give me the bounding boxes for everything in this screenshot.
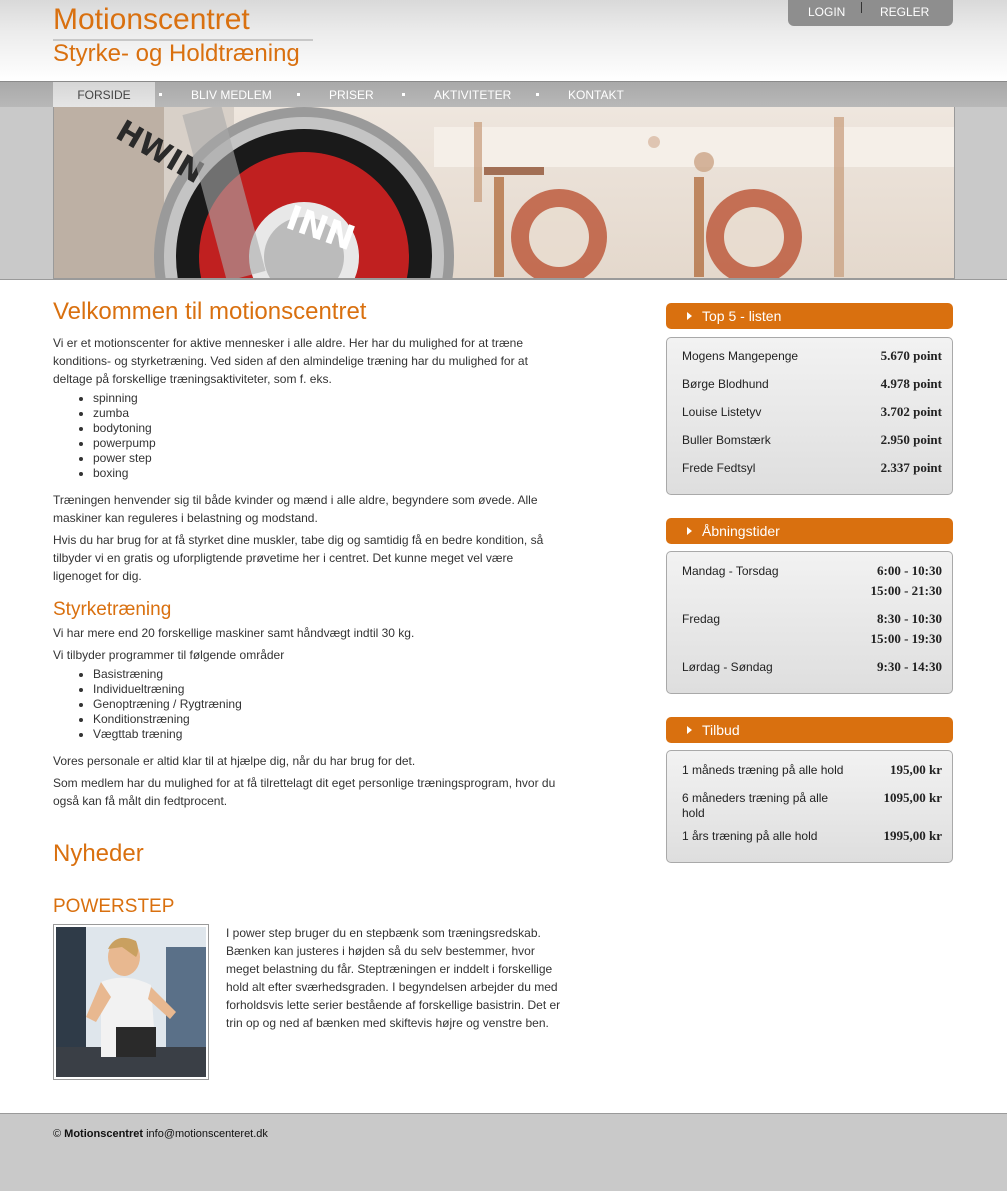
top5-name: Mogens Mangepenge — [682, 349, 799, 363]
triangle-right-icon — [687, 312, 692, 320]
site-subtitle: Styrke- og Holdtræning — [53, 40, 300, 67]
offers-header: Tilbud — [666, 717, 953, 743]
member-text: Som medlem har du mulighed for at få til… — [53, 776, 556, 808]
list-item: boxing — [93, 466, 565, 481]
nav-separator — [159, 93, 162, 96]
offer-name: 1 måneds træning på alle hold — [682, 763, 844, 777]
triangle-right-icon — [687, 726, 692, 734]
audience-text: Træningen henvender sig til både kvinder… — [53, 493, 538, 525]
nav-item-forside[interactable]: FORSIDE — [53, 82, 155, 108]
top-links-separator — [861, 2, 862, 13]
site-header: Motionscentret Styrke- og Holdtræning LO… — [0, 0, 1007, 81]
top5-points: 2.950 point — [880, 432, 942, 447]
hours-day: Fredag — [682, 612, 721, 626]
top5-points: 5.670 point — [880, 348, 942, 363]
nav-separator — [402, 93, 405, 96]
hours-time: 15:00 - 19:30 — [870, 631, 943, 646]
top5-name: Børge Blodhund — [682, 377, 769, 391]
list-item: Genoptræning / Rygtræning — [93, 697, 565, 712]
activities-list: spinning zumba bodytoning powerpump powe… — [53, 391, 565, 481]
nav-item-bliv-medlem[interactable]: BLIV MEDLEM — [191, 88, 272, 102]
list-item: Vægttab træning — [93, 727, 565, 742]
banner-image: INN HWIN — [53, 107, 955, 279]
news-item-title[interactable]: POWERSTEP — [53, 896, 565, 918]
site-footer: © Motionscentret info@motionscenteret.dk — [0, 1113, 1007, 1191]
offers-box: 1 måneds træning på alle hold 195,00 kr … — [666, 750, 953, 863]
nav-separator — [297, 93, 300, 96]
hours-time: 15:00 - 21:30 — [870, 583, 943, 598]
offer-name: 1 års træning på alle hold — [682, 829, 818, 843]
offer-price: 1095,00 kr — [883, 790, 943, 805]
top5-points: 2.337 point — [880, 460, 942, 475]
nav-separator — [536, 93, 539, 96]
news-item: I power step bruger du en stepbænk som t… — [53, 924, 565, 1084]
powerstep-photo — [56, 927, 206, 1077]
top5-points: 3.702 point — [880, 404, 942, 419]
offers-title: Tilbud — [702, 722, 740, 738]
offer-name: 6 måneders træning på alle hold — [682, 791, 829, 820]
hours-row: Mandag - Torsdag 6:00 - 10:30 15:00 - 21… — [682, 561, 942, 601]
list-item: power step — [93, 451, 565, 466]
top5-points: 4.978 point — [880, 376, 942, 391]
news-heading: Nyheder — [53, 840, 144, 867]
nav-item-priser[interactable]: PRISER — [329, 88, 374, 102]
offer-price: 1995,00 kr — [883, 828, 943, 843]
login-link[interactable]: LOGIN — [808, 5, 845, 19]
hours-day: Lørdag - Søndag — [682, 660, 773, 674]
triangle-right-icon — [687, 527, 692, 535]
top5-name: Buller Bomstærk — [682, 433, 771, 447]
top5-name: Louise Listetyv — [682, 405, 762, 419]
list-item: powerpump — [93, 436, 565, 451]
hours-time: 9:30 - 14:30 — [877, 659, 942, 674]
staff-text: Vores personale er altid klar til at hjæ… — [53, 754, 416, 768]
top-links-bar: LOGIN REGLER — [788, 0, 953, 26]
list-item: Basistræning — [93, 667, 565, 682]
list-item: Konditionstræning — [93, 712, 565, 727]
strength-heading: Styrketræning — [53, 599, 172, 620]
top5-title: Top 5 - listen — [702, 308, 782, 324]
list-item: bodytoning — [93, 421, 565, 436]
strength-text-1: Vi har mere end 20 forskellige maskiner … — [53, 626, 415, 640]
hours-title: Åbningstider — [702, 523, 780, 539]
hours-time: 8:30 - 10:30 — [877, 611, 942, 626]
spinning-bikes-illustration: INN HWIN — [54, 107, 954, 278]
nav-item-aktiviteter[interactable]: AKTIVITETER — [434, 88, 511, 102]
main-nav: FORSIDE BLIV MEDLEM PRISER AKTIVITETER K… — [0, 81, 1007, 108]
hours-header: Åbningstider — [666, 518, 953, 544]
rules-link[interactable]: REGLER — [880, 5, 929, 19]
strength-text-2: Vi tilbyder programmer til følgende områ… — [53, 648, 285, 662]
top5-header: Top 5 - listen — [666, 303, 953, 329]
hours-day: Mandag - Torsdag — [682, 564, 779, 578]
welcome-heading: Velkommen til motionscentret — [53, 298, 367, 325]
top5-name: Frede Fedtsyl — [682, 461, 756, 475]
intro-text: Vi er et motionscenter for aktive mennes… — [53, 336, 528, 386]
hours-time: 6:00 - 10:30 — [877, 563, 942, 578]
nav-item-kontakt[interactable]: KONTAKT — [568, 88, 624, 102]
footer-email-link[interactable]: info@motionscenteret.dk — [146, 1128, 268, 1140]
news-image-frame — [53, 924, 209, 1080]
programs-list: Basistræning Individueltræning Genoptræn… — [53, 667, 565, 742]
hours-box: Mandag - Torsdag 6:00 - 10:30 15:00 - 21… — [666, 551, 953, 694]
news-item-text: I power step bruger du en stepbænk som t… — [226, 926, 561, 1030]
list-item: zumba — [93, 406, 565, 421]
list-item: Individueltræning — [93, 682, 565, 697]
offer-price: 195,00 kr — [890, 762, 942, 777]
footer-text: © Motionscentret info@motionscenteret.dk — [53, 1128, 268, 1140]
copyright-symbol: © — [53, 1128, 62, 1140]
footer-brand: Motionscentret — [64, 1128, 144, 1140]
list-item: spinning — [93, 391, 565, 406]
main-content: Velkommen til motionscentret Vi er et mo… — [53, 298, 565, 1084]
site-title[interactable]: Motionscentret — [53, 3, 250, 37]
trial-text: Hvis du har brug for at få styrket dine … — [53, 533, 544, 583]
hours-row: Fredag 8:30 - 10:30 15:00 - 19:30 — [682, 609, 942, 649]
top5-box: Mogens Mangepenge 5.670 point Børge Blod… — [666, 337, 953, 495]
